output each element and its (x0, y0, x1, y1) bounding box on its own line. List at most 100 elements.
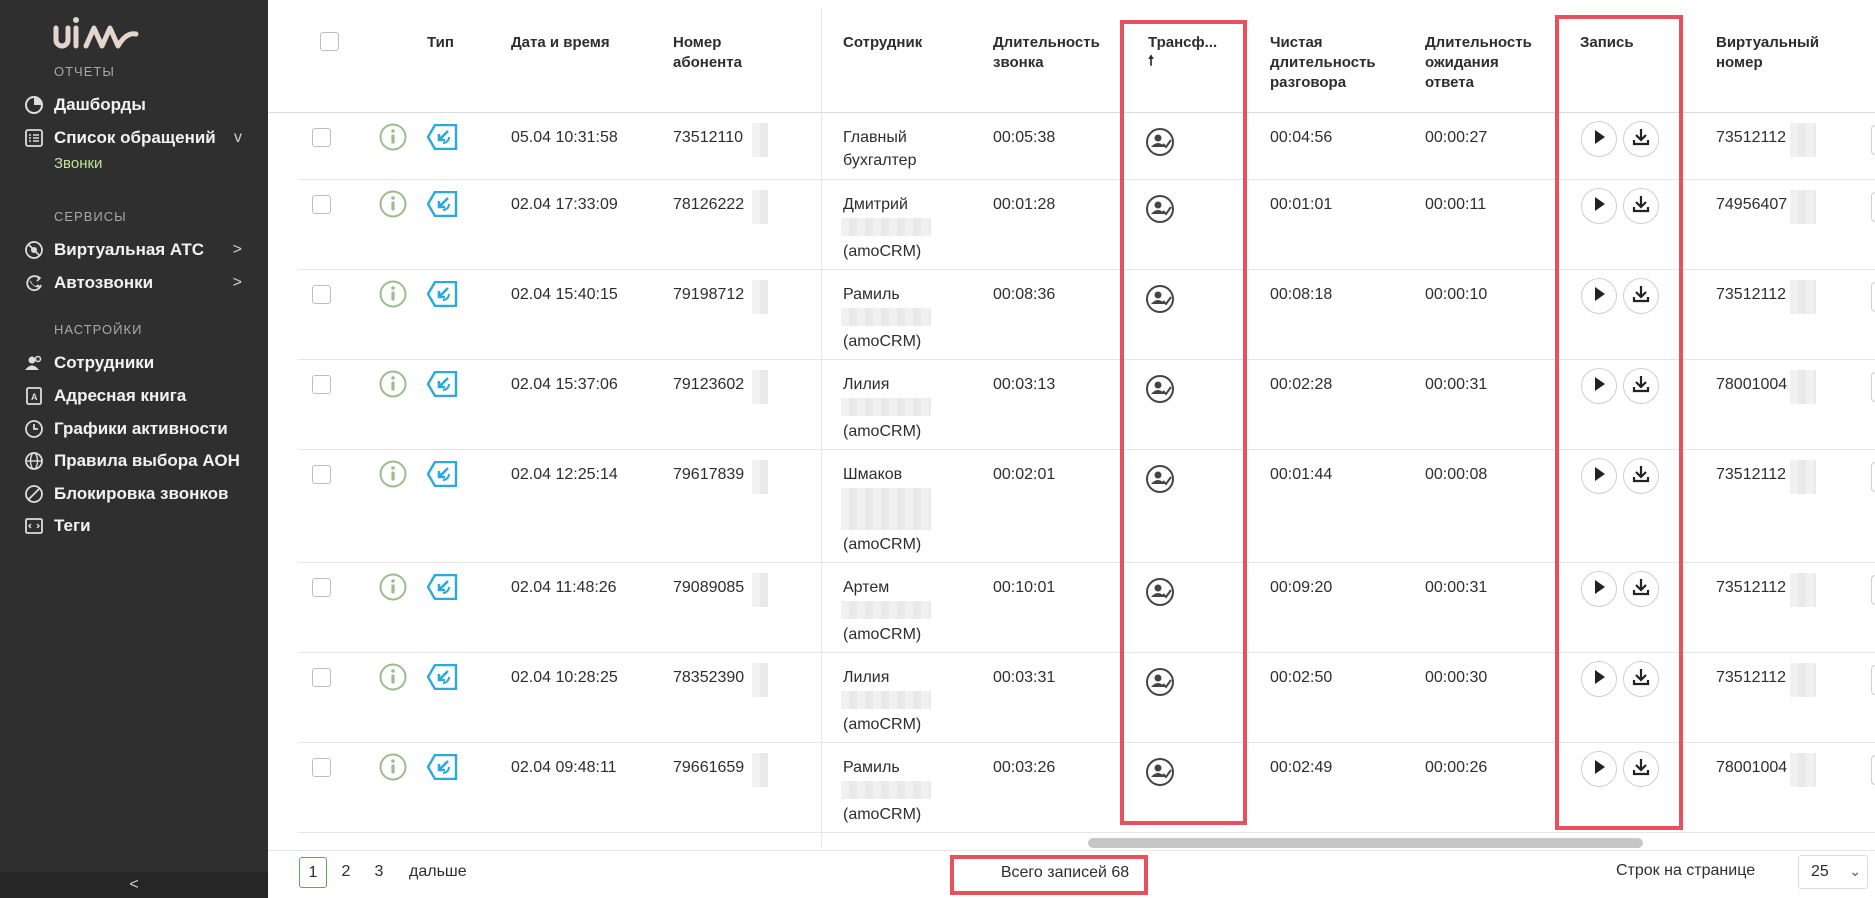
wait-duration: 00:00:26 (1425, 759, 1488, 776)
table-row[interactable]: 05.04 10:31:58 73512110 Главный бухгалтер 00… (298, 113, 1875, 180)
table-row[interactable]: 02.04 11:48:26 79089085 Артем (amoCRM) 00:10… (298, 563, 1875, 653)
row-checkbox[interactable] (312, 375, 331, 394)
rows-per-page-select[interactable]: 25 ⌄ (1798, 855, 1868, 889)
play-button[interactable] (1581, 458, 1617, 494)
call-duration: 00:08:36 (993, 286, 1056, 303)
header-datetime[interactable]: Дата и время (511, 33, 610, 53)
call-datetime: 02.04 12:25:14 (511, 466, 618, 483)
row-action-button[interactable] (1871, 372, 1875, 402)
sidebar-item-activity-schedules[interactable]: Графики активности (24, 416, 248, 442)
play-button[interactable] (1581, 278, 1617, 314)
transfer-icon[interactable] (1144, 126, 1176, 158)
row-checkbox[interactable] (312, 668, 331, 687)
transfer-icon[interactable] (1144, 576, 1176, 608)
download-button[interactable] (1623, 368, 1659, 404)
header-virtual-number[interactable]: Виртуальный номер (1716, 33, 1836, 73)
row-action-button[interactable] (1871, 575, 1875, 605)
download-button[interactable] (1623, 121, 1659, 157)
download-button[interactable] (1623, 278, 1659, 314)
transfer-icon[interactable] (1144, 463, 1176, 495)
header-employee[interactable]: Сотрудник (843, 33, 922, 53)
row-action-button[interactable] (1871, 665, 1875, 695)
table-row[interactable]: 02.04 09:48:11 79661659 Рамиль (amoCRM) 00:0… (298, 743, 1875, 833)
play-button[interactable] (1581, 368, 1617, 404)
sidebar-item-employees[interactable]: Сотрудники (24, 350, 248, 376)
play-button[interactable] (1581, 571, 1617, 607)
play-button[interactable] (1581, 188, 1617, 224)
info-icon[interactable] (378, 752, 408, 782)
download-button[interactable] (1623, 751, 1659, 787)
info-icon[interactable] (378, 369, 408, 399)
transfer-icon[interactable] (1144, 193, 1176, 225)
sidebar-item-call-blocking[interactable]: Блокировка звонков (24, 481, 248, 507)
sidebar-item-tags[interactable]: Теги (24, 513, 248, 539)
sidebar-item-autocalls[interactable]: Автозвонки > (24, 270, 248, 296)
incoming-call-icon (426, 371, 458, 397)
row-checkbox[interactable] (312, 465, 331, 484)
header-net-duration[interactable]: Чистая длительность разговора (1270, 33, 1410, 93)
sidebar-item-virtual-pbx[interactable]: Виртуальная АТС > (24, 237, 248, 263)
transfer-icon[interactable] (1144, 666, 1176, 698)
row-action-button[interactable] (1871, 192, 1875, 222)
sidebar-item-address-book[interactable]: A Адресная книга (24, 383, 248, 409)
info-icon[interactable] (378, 572, 408, 602)
play-button[interactable] (1581, 751, 1617, 787)
info-icon[interactable] (378, 279, 408, 309)
play-icon (1589, 577, 1609, 602)
next-page-link[interactable]: дальше (403, 857, 473, 888)
page-button-2[interactable]: 2 (332, 857, 360, 888)
header-subscriber[interactable]: Номер абонента (673, 33, 793, 73)
page-button-1[interactable]: 1 (299, 857, 327, 888)
transfer-icon[interactable] (1144, 373, 1176, 405)
row-checkbox[interactable] (312, 285, 331, 304)
download-button[interactable] (1623, 458, 1659, 494)
info-icon[interactable] (378, 662, 408, 692)
row-action-button[interactable] (1871, 755, 1875, 785)
transfer-icon[interactable] (1144, 756, 1176, 788)
header-record[interactable]: Запись (1580, 33, 1634, 53)
select-all-checkbox[interactable] (320, 32, 339, 51)
list-icon (24, 128, 44, 148)
row-checkbox[interactable] (312, 578, 331, 597)
subscriber-number: 79661659 (673, 759, 745, 776)
sidebar-subitem-calls[interactable]: Звонки (54, 155, 102, 172)
page-button-3[interactable]: 3 (365, 857, 393, 888)
transfer-icon[interactable] (1144, 283, 1176, 315)
download-button[interactable] (1623, 188, 1659, 224)
download-icon (1631, 757, 1651, 782)
employee-name: Рамиль (843, 759, 900, 776)
download-button[interactable] (1623, 571, 1659, 607)
play-button[interactable] (1581, 661, 1617, 697)
table-row[interactable]: 02.04 15:37:06 79123602 Лилия (amoCRM) 00:03… (298, 360, 1875, 450)
header-duration[interactable]: Длительность звонка (993, 33, 1113, 73)
download-icon (1631, 374, 1651, 399)
employee-source: (amoCRM) (843, 536, 922, 553)
row-checkbox[interactable] (312, 128, 331, 147)
sidebar-item-dashboards[interactable]: Дашборды (24, 92, 248, 118)
info-icon[interactable] (378, 189, 408, 219)
info-icon[interactable] (378, 459, 408, 489)
sidebar-collapse-button[interactable]: < (0, 872, 268, 898)
net-duration: 00:02:28 (1270, 376, 1333, 393)
table-row[interactable]: 02.04 15:40:15 79198712 Рамиль (amoCRM) 00:0… (298, 270, 1875, 360)
row-action-button[interactable] (1871, 125, 1875, 155)
row-checkbox[interactable] (312, 195, 331, 214)
table-row[interactable]: 02.04 12:25:14 79617839 Шмаков (amoCRM) 00:0… (298, 450, 1875, 563)
header-wait-duration[interactable]: Длительность ожидания ответа (1425, 33, 1545, 93)
info-icon[interactable] (378, 122, 408, 152)
row-action-button[interactable] (1871, 282, 1875, 312)
table-row[interactable]: 02.04 10:28:25 78352390 Лилия (amoCRM) 00:03… (298, 653, 1875, 743)
download-button[interactable] (1623, 661, 1659, 697)
header-transfer[interactable]: Трансф... 🠕 (1148, 33, 1217, 67)
play-button[interactable] (1581, 121, 1617, 157)
horizontal-scrollbar[interactable] (1088, 838, 1643, 848)
call-datetime: 05.04 10:31:58 (511, 129, 618, 146)
table-row[interactable]: 02.04 17:33:09 78126222 Дмитрий (amoCRM) 00:… (298, 180, 1875, 270)
sidebar-item-caller-id-rules[interactable]: Правила выбора АОН (24, 448, 248, 474)
row-checkbox[interactable] (312, 758, 331, 777)
logo[interactable] (52, 16, 152, 56)
header-type[interactable]: Тип (427, 33, 454, 53)
sidebar-item-requests[interactable]: Список обращений v (24, 125, 248, 151)
call-datetime: 02.04 10:28:25 (511, 669, 618, 686)
row-action-button[interactable] (1871, 462, 1875, 492)
